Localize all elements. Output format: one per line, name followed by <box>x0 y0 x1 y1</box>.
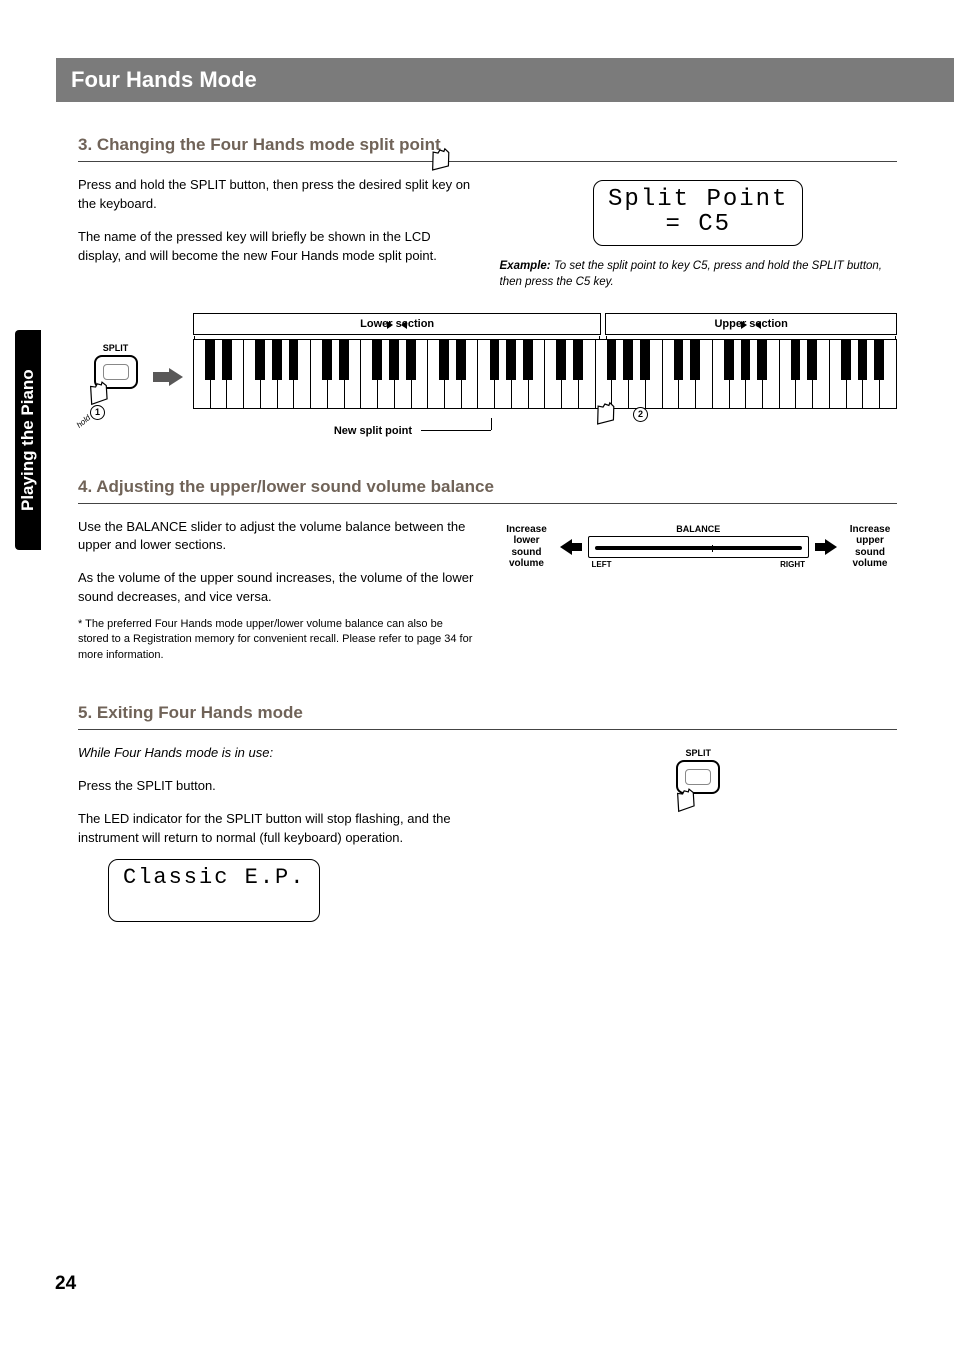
increase-lower-label: Increase lower sound volume <box>500 524 554 570</box>
balance-slider-diagram: Increase lower sound volume BALANCE LEFT… <box>500 524 898 570</box>
section5-body: While Four Hands mode is in use: Press t… <box>78 744 897 922</box>
page-content: 3. Changing the Four Hands mode split po… <box>78 135 897 922</box>
page-title: Four Hands Mode <box>71 67 257 93</box>
keyboard-graphic <box>193 339 897 409</box>
example-text: To set the split point to key C5, press … <box>500 260 883 288</box>
balance-left-tag: LEFT <box>592 560 612 569</box>
keyboard-main: Lower section Upper section 2 New split … <box>193 313 897 437</box>
section4-p2: As the volume of the upper sound increas… <box>78 569 476 607</box>
section4-p1: Use the BALANCE slider to adjust the vol… <box>78 518 476 556</box>
section-side-tab: Playing the Piano <box>15 330 41 550</box>
section4-heading: 4. Adjusting the upper/lower sound volum… <box>78 477 897 504</box>
step-1-badge: 1 <box>90 405 105 420</box>
split-button-press-diagram: SPLIT <box>653 748 743 794</box>
section3-body: Press and hold the SPLIT button, then pr… <box>78 176 897 291</box>
arrow-right-icon <box>153 368 183 386</box>
balance-slider-box <box>588 536 810 558</box>
section5-p2: The LED indicator for the SPLIT button w… <box>78 810 476 848</box>
lcd-line2: = C5 <box>608 212 788 237</box>
section3-p2: The name of the pressed key will briefly… <box>78 228 476 266</box>
lcd-line1: Split Point <box>608 187 788 212</box>
arrow-left-icon <box>560 539 582 555</box>
split-label-exit: SPLIT <box>653 748 743 758</box>
split-button-diagram: SPLIT 1 hold <box>78 343 153 389</box>
arrow-right-icon <box>815 539 837 555</box>
section5-p1: Press the SPLIT button. <box>78 777 476 796</box>
step-2-badge: 2 <box>633 407 648 422</box>
balance-right-tag: RIGHT <box>780 560 805 569</box>
lcd-display-splitpoint: Split Point = C5 <box>593 180 803 246</box>
example-label: Example: <box>500 260 551 272</box>
section3-p1: Press and hold the SPLIT button, then pr… <box>78 176 476 214</box>
balance-title: BALANCE <box>588 524 810 534</box>
lower-section-label: Lower section <box>193 313 601 335</box>
lcd-display-classic-ep: Classic E.P. <box>108 859 320 921</box>
section4-footnote: * The preferred Four Hands mode upper/lo… <box>78 617 476 663</box>
increase-upper-label: Increase upper sound volume <box>843 524 897 570</box>
section5-heading: 5. Exiting Four Hands mode <box>78 703 897 730</box>
page-header-bar: Four Hands Mode <box>56 58 954 102</box>
keyboard-split-diagram: SPLIT 1 hold Lower section Upper section <box>78 313 897 437</box>
split-label: SPLIT <box>78 343 153 353</box>
section3-heading: 3. Changing the Four Hands mode split po… <box>78 135 897 162</box>
upper-section-label: Upper section <box>605 313 897 335</box>
section4-body: Use the BALANCE slider to adjust the vol… <box>78 518 897 664</box>
page-number: 24 <box>55 1273 76 1295</box>
new-split-label: New split point <box>193 425 897 437</box>
section3-example: Example: To set the split point to key C… <box>500 258 898 290</box>
section5-intro: While Four Hands mode is in use: <box>78 744 476 763</box>
